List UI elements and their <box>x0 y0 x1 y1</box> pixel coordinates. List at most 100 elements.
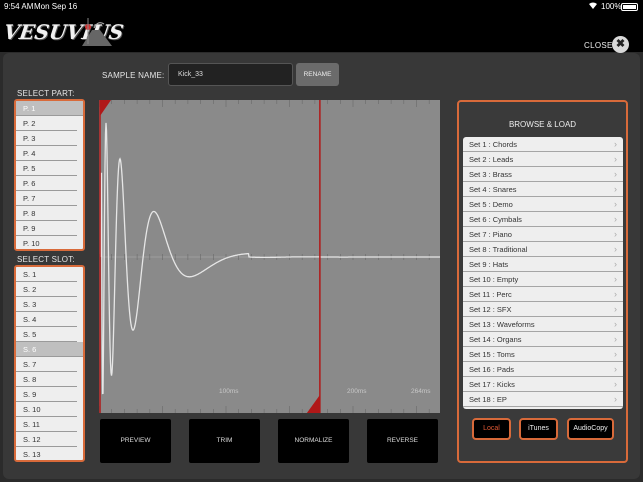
set-item-label: Set 13 : Waveforms <box>469 320 535 329</box>
set-item-label: Set 6 : Cymbals <box>469 215 522 224</box>
set-item-label: Set 11 : Perc <box>469 290 512 299</box>
close-label[interactable]: CLOSE <box>584 41 613 50</box>
waveform-svg: 100ms 200ms 264ms <box>98 100 440 413</box>
chevron-right-icon: › <box>614 169 617 179</box>
chevron-right-icon: › <box>614 214 617 224</box>
part-item-1[interactable]: P. 1 <box>16 101 83 116</box>
part-item-3[interactable]: P. 3 <box>16 131 77 146</box>
set-item-label: Set 16 : Pads <box>469 365 515 374</box>
slot-item-13[interactable]: S. 13 <box>16 447 77 460</box>
part-item-5[interactable]: P. 5 <box>16 161 77 176</box>
part-item-4[interactable]: P. 4 <box>16 146 77 161</box>
trim-start-handle[interactable] <box>100 100 111 116</box>
set-item-6[interactable]: Set 6 : Cymbals › <box>463 212 623 227</box>
select-slot-label: SELECT SLOT: <box>17 255 75 264</box>
chevron-right-icon: › <box>614 394 617 404</box>
reverse-button[interactable]: REVERSE <box>367 419 438 463</box>
slot-item-2[interactable]: S. 2 <box>16 282 77 297</box>
audiocopy-source-button[interactable]: AudioCopy <box>567 418 614 440</box>
set-item-10[interactable]: Set 10 : Empty › <box>463 272 623 287</box>
chevron-right-icon: › <box>614 154 617 164</box>
select-part-label: SELECT PART: <box>17 89 75 98</box>
chevron-right-icon: › <box>614 319 617 329</box>
set-item-13[interactable]: Set 13 : Waveforms › <box>463 317 623 332</box>
time-label-100ms: 100ms <box>219 388 239 395</box>
set-item-5[interactable]: Set 5 : Demo › <box>463 197 623 212</box>
slot-item-7[interactable]: S. 7 <box>16 357 77 372</box>
set-list: Set 1 : Chords › Set 2 : Leads › Set 3 : Bra… <box>463 137 623 409</box>
chevron-right-icon: › <box>614 304 617 314</box>
trim-end-handle[interactable] <box>306 395 320 413</box>
top-bar: VESUVIUS CLOSE ✖ <box>0 14 643 53</box>
set-item-label: Set 15 : Toms <box>469 350 515 359</box>
chevron-right-icon: › <box>614 259 617 269</box>
set-item-label: Set 17 : Kicks <box>469 380 515 389</box>
slot-item-1[interactable]: S. 1 <box>16 267 77 282</box>
part-item-2[interactable]: P. 2 <box>16 116 77 131</box>
set-item-2[interactable]: Set 2 : Leads › <box>463 152 623 167</box>
set-item-label: Set 9 : Hats <box>469 260 509 269</box>
browse-load-panel: BROWSE & LOAD Set 1 : Chords › Set 2 : Lea… <box>457 100 628 463</box>
chevron-right-icon: › <box>614 139 617 149</box>
chevron-right-icon: › <box>614 349 617 359</box>
slot-item-12[interactable]: S. 12 <box>16 432 77 447</box>
slot-item-5[interactable]: S. 5 <box>16 327 77 342</box>
set-item-label: Set 4 : Snares <box>469 185 517 194</box>
slot-item-9[interactable]: S. 9 <box>16 387 77 402</box>
chevron-right-icon: › <box>614 274 617 284</box>
set-item-label: Set 10 : Empty <box>469 275 519 284</box>
slot-item-4[interactable]: S. 4 <box>16 312 77 327</box>
chevron-right-icon: › <box>614 289 617 299</box>
chevron-right-icon: › <box>614 379 617 389</box>
slot-item-6[interactable]: S. 6 <box>16 342 83 357</box>
set-item-9[interactable]: Set 9 : Hats › <box>463 257 623 272</box>
set-item-15[interactable]: Set 15 : Toms › <box>463 347 623 362</box>
set-item-8[interactable]: Set 8 : Traditional › <box>463 242 623 257</box>
time-label-264ms: 264ms <box>411 388 431 395</box>
slot-item-8[interactable]: S. 8 <box>16 372 77 387</box>
set-item-label: Set 8 : Traditional <box>469 245 528 254</box>
set-item-3[interactable]: Set 3 : Brass › <box>463 167 623 182</box>
set-item-16[interactable]: Set 16 : Pads › <box>463 362 623 377</box>
local-source-button[interactable]: Local <box>472 418 511 440</box>
chevron-right-icon: › <box>614 229 617 239</box>
chevron-right-icon: › <box>614 364 617 374</box>
set-item-12[interactable]: Set 12 : SFX › <box>463 302 623 317</box>
slot-item-10[interactable]: S. 10 <box>16 402 77 417</box>
slot-list: S. 1 S. 2 S. 3 S. 4 S. 5 S. 6 S. 7 S. 8 S. 9 S. 1… <box>14 265 85 462</box>
set-item-7[interactable]: Set 7 : Piano › <box>463 227 623 242</box>
set-item-17[interactable]: Set 17 : Kicks › <box>463 377 623 392</box>
rename-button[interactable]: RENAME <box>296 63 339 86</box>
itunes-source-button[interactable]: iTunes <box>519 418 558 440</box>
set-item-label: Set 3 : Brass <box>469 170 512 179</box>
close-icon[interactable]: ✖ <box>612 36 629 53</box>
time-label-200ms: 200ms <box>347 388 367 395</box>
normalize-button[interactable]: NORMALIZE <box>278 419 349 463</box>
set-item-label: Set 12 : SFX <box>469 305 512 314</box>
sample-name-label: SAMPLE NAME: <box>102 71 165 80</box>
set-item-18[interactable]: Set 18 : EP › <box>463 392 623 407</box>
trim-button[interactable]: TRIM <box>189 419 260 463</box>
set-item-4[interactable]: Set 4 : Snares › <box>463 182 623 197</box>
browse-title: BROWSE & LOAD <box>508 120 577 129</box>
sample-name-input[interactable]: Kick_33 <box>168 63 293 86</box>
slot-item-11[interactable]: S. 11 <box>16 417 77 432</box>
part-item-10[interactable]: P. 10 <box>16 236 77 249</box>
part-item-7[interactable]: P. 7 <box>16 191 77 206</box>
slot-item-3[interactable]: S. 3 <box>16 297 77 312</box>
set-item-label: Set 2 : Leads <box>469 155 514 164</box>
status-bar: 9:54 AM Mon Sep 16 100% <box>0 0 643 14</box>
set-item-14[interactable]: Set 14 : Organs › <box>463 332 623 347</box>
waveform-display[interactable]: 100ms 200ms 264ms <box>98 100 440 413</box>
part-item-8[interactable]: P. 8 <box>16 206 77 221</box>
set-item-label: Set 5 : Demo <box>469 200 513 209</box>
chevron-right-icon: › <box>614 244 617 254</box>
chevron-right-icon: › <box>614 199 617 209</box>
chevron-right-icon: › <box>614 334 617 344</box>
set-item-11[interactable]: Set 11 : Perc › <box>463 287 623 302</box>
preview-button[interactable]: PREVIEW <box>100 419 171 463</box>
set-item-1[interactable]: Set 1 : Chords › <box>463 137 623 152</box>
part-item-9[interactable]: P. 9 <box>16 221 77 236</box>
waveform-line <box>100 122 440 395</box>
part-item-6[interactable]: P. 6 <box>16 176 77 191</box>
